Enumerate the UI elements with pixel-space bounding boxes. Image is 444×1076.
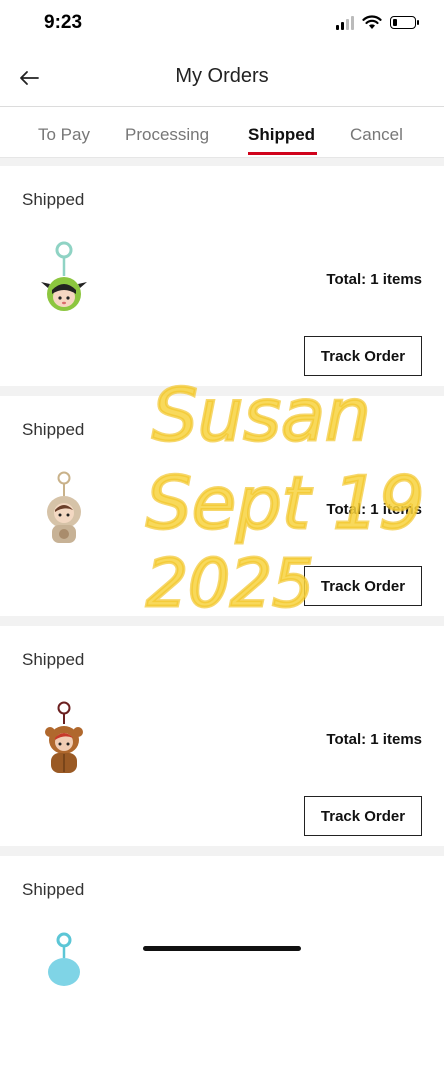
status-bar: 9:23 — [0, 0, 444, 50]
separator — [0, 158, 444, 166]
home-indicator[interactable] — [143, 946, 301, 951]
product-thumbnail[interactable] — [38, 928, 90, 1008]
page-title: My Orders — [175, 65, 269, 87]
separator — [0, 386, 444, 396]
separator — [0, 846, 444, 856]
order-tabs: To Pay Processing Shipped Cancel — [0, 107, 444, 158]
order-total: Total: 1 items — [326, 271, 422, 288]
product-thumbnail[interactable] — [38, 698, 90, 778]
order-status: Shipped — [22, 190, 85, 209]
tab-processing[interactable]: Processing — [125, 125, 209, 145]
cellular-signal-icon — [336, 15, 354, 30]
order-status: Shipped — [22, 880, 85, 899]
battery-icon — [390, 16, 419, 29]
status-icons — [336, 15, 419, 30]
header: My Orders — [0, 50, 444, 107]
product-thumbnail[interactable] — [38, 238, 90, 318]
order-status: Shipped — [22, 650, 85, 669]
track-order-button[interactable]: Track Order — [304, 796, 422, 836]
order-card: Shipped Total: 1 items Track Order — [0, 626, 444, 846]
track-order-button[interactable]: Track Order — [304, 566, 422, 606]
order-status: Shipped — [22, 420, 85, 439]
active-tab-indicator — [248, 152, 317, 155]
order-card: Shipped — [0, 856, 444, 1076]
order-card: Shipped Total: 1 items Track Order — [0, 166, 444, 386]
order-total: Total: 1 items — [326, 731, 422, 748]
order-card: Shipped Total: 1 items Track Order — [0, 396, 444, 616]
tab-to-pay[interactable]: To Pay — [38, 125, 90, 145]
status-time: 9:23 — [44, 12, 83, 33]
wifi-icon — [362, 15, 382, 29]
separator — [0, 616, 444, 626]
tab-cancel[interactable]: Cancel — [350, 125, 403, 145]
product-thumbnail[interactable] — [38, 468, 90, 548]
tab-shipped[interactable]: Shipped — [248, 125, 315, 145]
order-total: Total: 1 items — [326, 501, 422, 518]
track-order-button[interactable]: Track Order — [304, 336, 422, 376]
